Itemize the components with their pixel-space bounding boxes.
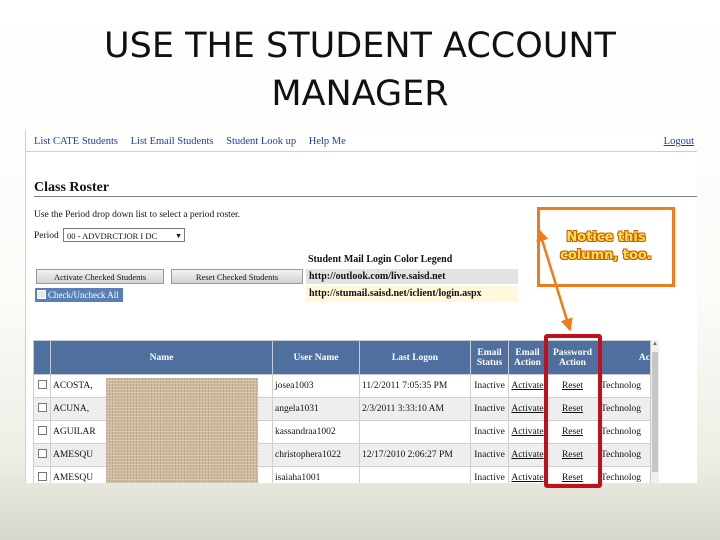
callout-arrow bbox=[536, 228, 573, 332]
arrow-line bbox=[536, 228, 573, 332]
